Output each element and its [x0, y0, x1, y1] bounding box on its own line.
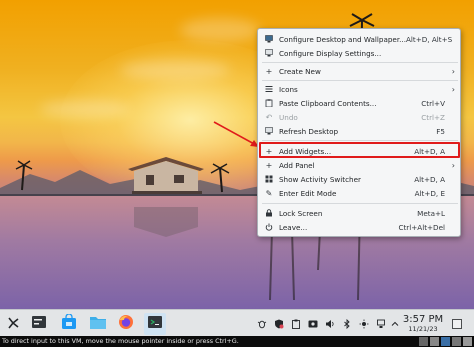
discover-button[interactable] [58, 313, 80, 335]
chevron-right-icon: › [451, 84, 455, 94]
menu-item-paste[interactable]: Paste Clipboard Contents... Ctrl+V [261, 96, 459, 110]
menu-item-activity-switcher[interactable]: Show Activity Switcher Alt+D, A [261, 172, 459, 186]
terminal-icon [147, 314, 163, 334]
application-launcher-button[interactable] [2, 313, 24, 335]
menu-item-shortcut: Alt+D, E [414, 188, 445, 198]
menu-item-label: Show Activity Switcher [279, 174, 361, 184]
vm-device-icon[interactable] [463, 337, 472, 346]
undo-icon: ↶ [265, 112, 273, 122]
menu-item-shortcut: F5 [436, 126, 445, 136]
menu-item-shortcut: Meta+L [417, 208, 445, 218]
menu-item-create-new[interactable]: + Create New › [261, 64, 459, 78]
menu-item-shortcut: Ctrl+V [421, 98, 445, 108]
vm-device-icons [419, 337, 472, 346]
konsole-button[interactable] [144, 313, 166, 335]
add-widgets-highlight-box [259, 142, 460, 158]
bluetooth-icon[interactable] [341, 318, 352, 329]
lock-icon [265, 209, 273, 217]
volume-icon[interactable] [324, 318, 335, 329]
refresh-icon [265, 127, 273, 135]
chevron-right-icon: › [451, 66, 455, 76]
clipboard-icon[interactable] [290, 318, 301, 329]
menu-item-label: Create New [279, 66, 321, 76]
digital-clock[interactable]: 3:57 PM 11/21/23 [401, 314, 445, 334]
menu-item-refresh[interactable]: Refresh Desktop F5 [261, 124, 459, 138]
menu-item-edit-mode[interactable]: ✎ Enter Edit Mode Alt+D, E [261, 186, 459, 200]
vm-device-icon[interactable] [430, 337, 439, 346]
power-icon [265, 223, 273, 231]
settings-icon [31, 314, 47, 334]
brightness-icon[interactable] [358, 318, 369, 329]
disk-icon[interactable] [307, 318, 318, 329]
menu-item-shortcut: Ctrl+Alt+Del [398, 222, 445, 232]
vm-status-bar: To direct input to this VM, move the mou… [0, 336, 474, 347]
annotation-arrow [213, 121, 259, 147]
vm-device-icon[interactable] [441, 337, 450, 346]
menu-item-undo[interactable]: ↶ Undo Ctrl+Z [261, 110, 459, 124]
clock-date: 11/21/23 [408, 325, 438, 333]
clock-time: 3:57 PM [402, 314, 444, 325]
desktop-settings-icon [265, 35, 273, 43]
update-notifier-icon[interactable] [273, 318, 284, 329]
edit-icon: ✎ [265, 188, 273, 198]
menu-separator [262, 140, 458, 141]
bug-icon[interactable] [256, 318, 267, 329]
list-icon [265, 85, 273, 93]
menu-item-shortcut: Alt+D, Alt+S [406, 34, 453, 44]
menu-separator [262, 62, 458, 63]
menu-item-shortcut: Ctrl+Z [421, 112, 445, 122]
chevron-up-icon[interactable] [389, 318, 400, 329]
vm-device-icon[interactable] [452, 337, 461, 346]
vm-status-message: To direct input to this VM, move the mou… [2, 337, 239, 345]
menu-item-label: Icons [279, 84, 298, 94]
menu-item-label: Leave... [279, 222, 308, 232]
menu-item-lock-screen[interactable]: Lock Screen Meta+L [261, 206, 459, 220]
store-icon [61, 313, 77, 334]
firefox-button[interactable] [115, 313, 137, 335]
firefox-icon [118, 314, 134, 334]
network-icon[interactable] [375, 318, 386, 329]
folder-icon [89, 314, 107, 334]
chevron-right-icon: › [451, 160, 455, 170]
menu-item-label: Refresh Desktop [279, 126, 339, 136]
menu-item-label: Undo [279, 112, 298, 122]
paste-icon [265, 99, 273, 107]
menu-separator [262, 80, 458, 81]
menu-item-configure-display[interactable]: Configure Display Settings... [261, 46, 459, 60]
menu-item-label: Lock Screen [279, 208, 323, 218]
file-manager-button[interactable] [87, 313, 109, 335]
menu-item-configure-desktop[interactable]: Configure Desktop and Wallpaper... Alt+D… [261, 32, 459, 46]
system-settings-button[interactable] [28, 313, 50, 335]
vm-device-icon[interactable] [419, 337, 428, 346]
menu-item-icons[interactable]: Icons › [261, 82, 459, 96]
menu-separator [262, 203, 458, 204]
menu-item-add-panel[interactable]: + Add Panel › [261, 158, 459, 172]
kde-launcher-icon [6, 315, 20, 334]
show-desktop-icon[interactable] [451, 318, 462, 329]
desktop-context-menu: Configure Desktop and Wallpaper... Alt+D… [257, 28, 461, 237]
plus-icon: + [265, 66, 273, 76]
menu-item-leave[interactable]: Leave... Ctrl+Alt+Del [261, 220, 459, 234]
menu-item-label: Enter Edit Mode [279, 188, 337, 198]
menu-item-label: Paste Clipboard Contents... [279, 98, 377, 108]
menu-item-label: Configure Display Settings... [279, 48, 382, 58]
taskbar: 3:57 PM 11/21/23 [0, 309, 474, 336]
plus-icon: + [265, 160, 273, 170]
display-icon [265, 49, 273, 57]
menu-item-shortcut: Alt+D, A [414, 174, 445, 184]
menu-item-label: Add Panel [279, 160, 315, 170]
menu-item-label: Configure Desktop and Wallpaper... [279, 34, 406, 44]
activity-icon [265, 175, 273, 183]
